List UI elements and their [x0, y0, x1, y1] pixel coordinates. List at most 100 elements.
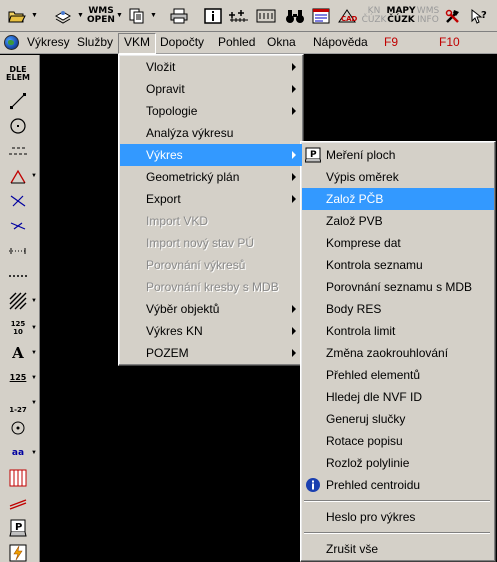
hammer-wrench-icon[interactable] [442, 4, 464, 28]
circle-icon[interactable] [5, 115, 31, 137]
dimension-button[interactable]: 125 [5, 367, 31, 389]
vkm-menu-item-13[interactable]: Výkres KN [120, 320, 302, 342]
vykres-submenu-item-14[interactable]: Rotace popisu [302, 430, 494, 452]
menu-item-label: Import nový stav PÚ [146, 236, 255, 250]
menu-item-label: POZEM [146, 346, 189, 360]
vykres-submenu-item-2[interactable]: Výpis oměrek [302, 166, 494, 188]
chevron-down-icon[interactable]: ▼ [31, 375, 37, 381]
chevron-down-icon[interactable]: ▼ [31, 173, 37, 179]
vkm-menu-item-4[interactable]: Analýza výkresu [120, 122, 302, 144]
vkm-menu-item-6[interactable]: Geometrický plán [120, 166, 302, 188]
cross-line-2-icon[interactable] [5, 215, 31, 237]
folder-open-icon[interactable] [6, 4, 28, 28]
wms-info-button[interactable]: WMS INFO [416, 4, 440, 28]
menu-sluzby[interactable]: Služby [72, 34, 118, 53]
menu-item-label: Výpis oměrek [326, 170, 399, 184]
chevron-down-icon[interactable]: ▼ [31, 298, 37, 304]
cross-line-icon[interactable] [5, 190, 31, 212]
hatch-icon[interactable] [5, 290, 31, 312]
chevron-down-icon[interactable]: ▼ [31, 325, 37, 331]
chevron-down-icon[interactable]: ▼ [150, 12, 157, 19]
short-dash-icon[interactable] [5, 265, 31, 287]
measure-plus-icon[interactable] [228, 4, 250, 28]
angle-icon[interactable] [5, 165, 31, 187]
menu-item-label: Rotace popisu [326, 434, 403, 448]
wms-open-button[interactable]: WMS OPEN [87, 4, 115, 28]
p-icon: P [305, 147, 321, 163]
menu-item-label: Prehled centroidu [326, 478, 421, 492]
menu-vkm[interactable]: VKM [118, 33, 157, 54]
chevron-down-icon[interactable]: ▼ [31, 450, 37, 456]
menu-pohled[interactable]: Pohled [213, 34, 260, 53]
vkm-menu-item-5[interactable]: Výkres [120, 144, 302, 166]
vykres-submenu-item-5[interactable]: Komprese dat [302, 232, 494, 254]
menu-item-label: Topologie [146, 104, 198, 118]
menu-f9[interactable]: F9 [379, 34, 403, 53]
vykres-submenu-item-1[interactable]: P Meření ploch [302, 144, 494, 166]
chevron-down-icon[interactable]: ▼ [77, 12, 84, 19]
menu-okna[interactable]: Okna [262, 34, 301, 53]
chevron-down-icon[interactable]: ▼ [31, 400, 37, 406]
kn-cuzk-button[interactable]: KN ČÚZK [362, 4, 387, 28]
printer-icon[interactable] [168, 4, 190, 28]
line-icon[interactable] [5, 90, 31, 112]
vykres-submenu-item-9[interactable]: Kontrola limit [302, 320, 494, 342]
red-lines-icon[interactable] [5, 492, 31, 514]
cad-icon[interactable]: CAD [336, 4, 358, 28]
layers-icon[interactable] [52, 4, 74, 28]
vkm-menu-item-2[interactable]: Opravit [120, 78, 302, 100]
svg-text:P: P [310, 150, 317, 160]
lightning-icon[interactable] [5, 542, 31, 562]
menu-item-label: Meření ploch [326, 148, 396, 162]
menu-f10[interactable]: F10 [434, 34, 465, 53]
copy-pages-icon[interactable] [126, 4, 148, 28]
vykres-submenu-item-15[interactable]: Rozlož polylinie [302, 452, 494, 474]
info-box-icon[interactable] [202, 4, 224, 28]
dotted-line-icon[interactable] [5, 240, 31, 262]
flag-window-icon[interactable] [310, 4, 332, 28]
vykres-submenu-item-3[interactable]: Založ PČB [302, 188, 494, 210]
menu-item-label: Vložit [146, 60, 176, 74]
vkm-menu-item-1[interactable]: Vložit [120, 56, 302, 78]
chevron-down-icon[interactable]: ▼ [31, 350, 37, 356]
vykres-submenu-item-11[interactable]: Přehled elementů [302, 364, 494, 386]
vykres-submenu-item-12[interactable]: Hledej dle NVF ID [302, 386, 494, 408]
mapy-cuzk-button[interactable]: MAPY ČÚZK [386, 4, 415, 28]
vkm-menu-item-7[interactable]: Export [120, 188, 302, 210]
vykres-submenu-item-10[interactable]: Změna zaokrouhlování [302, 342, 494, 364]
dle-elem-button[interactable]: DLE ELEM [5, 63, 31, 85]
vykres-submenu-item-8[interactable]: Body RES [302, 298, 494, 320]
text-a-button[interactable]: A [5, 342, 31, 364]
red-columns-icon[interactable] [5, 467, 31, 489]
measure-box-icon[interactable] [255, 4, 277, 28]
binoculars-icon[interactable] [284, 4, 306, 28]
menu-vykresy[interactable]: Výkresy [22, 34, 75, 53]
globe-icon [4, 35, 19, 50]
vykres-submenu-item-13[interactable]: Generuj slučky [302, 408, 494, 430]
vkm-menu-item-14[interactable]: POZEM [120, 342, 302, 364]
menu-napoveda[interactable]: Nápověda [308, 34, 373, 53]
app-window: ▼ ▼ WMS OPEN ▼ ▼ CAD KN ČÚZK MAPY ČÚZK W… [0, 0, 497, 562]
vykres-submenu-item-6[interactable]: Kontrola seznamu [302, 254, 494, 276]
chevron-down-icon[interactable]: ▼ [116, 12, 123, 19]
vykres-submenu-item-4[interactable]: Založ PVB [302, 210, 494, 232]
vykres-submenu-item-16[interactable]: Prehled centroidu [302, 474, 494, 496]
dashed-line-icon[interactable] [5, 140, 31, 162]
help-arrow-icon[interactable]: ? [468, 4, 490, 28]
menu-dopocty[interactable]: Dopočty [155, 34, 209, 53]
menu-item-label: Body RES [326, 302, 382, 316]
left-toolbar: DLE ELEM ▼ ▼ 125 10 ▼ A ▼ 125 ▼ 1-27 ▼ a… [0, 55, 40, 562]
vkm-menu-item-12[interactable]: Výběr objektů [120, 298, 302, 320]
chevron-down-icon[interactable]: ▼ [31, 12, 38, 19]
vykres-submenu-item-17[interactable]: Heslo pro výkres [302, 506, 494, 528]
menu-item-label: Změna zaokrouhlování [326, 346, 449, 360]
vkm-menu-item-3[interactable]: Topologie [120, 100, 302, 122]
numbering-button[interactable]: 125 10 [5, 317, 31, 339]
point-number-button[interactable]: 1-27 [5, 392, 31, 414]
p-button[interactable]: P [5, 517, 31, 539]
label-aa-button[interactable]: aa [5, 442, 31, 464]
vykres-submenu-item-7[interactable]: Porovnání seznamu s MDB [302, 276, 494, 298]
vykres-submenu-item-18[interactable]: Zrušit vše [302, 538, 494, 560]
target-icon[interactable] [5, 417, 31, 439]
menu-separator [304, 500, 490, 502]
